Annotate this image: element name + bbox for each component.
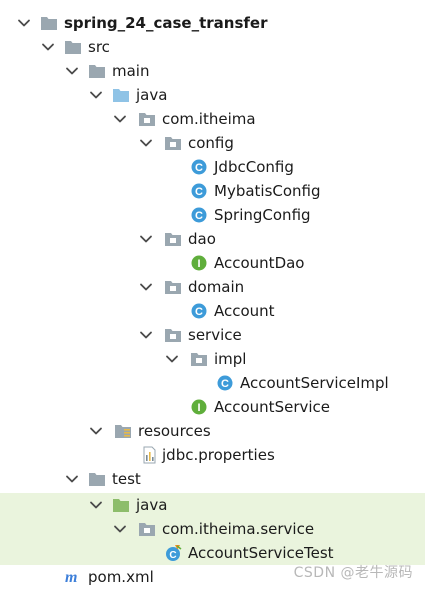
interface-icon	[190, 254, 208, 272]
chevron-down-icon[interactable]	[138, 279, 154, 295]
folder-icon	[88, 62, 106, 80]
tree-row-main[interactable]: main	[0, 59, 425, 83]
tree-row-jdbc-properties[interactable]: jdbc.properties	[0, 443, 425, 467]
test-java-label: java	[136, 496, 168, 514]
watermark: CSDN @老牛源码	[293, 565, 413, 581]
tree-row-config[interactable]: config	[0, 131, 425, 155]
class-icon	[190, 206, 208, 224]
source-folder-icon	[112, 86, 130, 104]
folder-icon	[64, 38, 82, 56]
interface-icon	[190, 398, 208, 416]
tree-row-service[interactable]: service	[0, 323, 425, 347]
chevron-down-icon[interactable]	[88, 423, 104, 439]
package-icon	[164, 326, 182, 344]
chevron-down-icon[interactable]	[64, 63, 80, 79]
tree-row-main-java[interactable]: java	[0, 83, 425, 107]
class-icon	[190, 302, 208, 320]
tree-row-project[interactable]: spring_24_case_transfer	[0, 11, 425, 35]
dao-label: dao	[188, 230, 216, 248]
test-folder-icon	[112, 496, 130, 514]
chevron-down-icon[interactable]	[138, 135, 154, 151]
tree-row-src[interactable]: src	[0, 35, 425, 59]
tree-row-jdbc-config[interactable]: JdbcConfig	[0, 155, 425, 179]
jdbc-config-label: JdbcConfig	[214, 158, 294, 176]
spring-config-label: SpringConfig	[214, 206, 311, 224]
chevron-down-icon[interactable]	[16, 15, 32, 31]
tree-row-impl[interactable]: impl	[0, 347, 425, 371]
tree-row-dao[interactable]: dao	[0, 227, 425, 251]
test-label: test	[112, 470, 141, 488]
test-package-label: com.itheima.service	[162, 520, 315, 538]
tree-row-mybatis-config[interactable]: MybatisConfig	[0, 179, 425, 203]
chevron-down-icon[interactable]	[40, 39, 56, 55]
resources-folder-icon	[114, 422, 132, 440]
mybatis-config-label: MybatisConfig	[214, 182, 321, 200]
maven-icon: m	[64, 568, 82, 586]
tree-row-resources[interactable]: resources	[0, 419, 425, 443]
main-java-label: java	[136, 86, 168, 104]
package-label: com.itheima	[162, 110, 256, 128]
jdbc-properties-label: jdbc.properties	[162, 446, 275, 464]
pom-label: pom.xml	[88, 568, 154, 586]
package-icon	[190, 350, 208, 368]
resources-label: resources	[138, 422, 211, 440]
tree-row-account[interactable]: Account	[0, 299, 425, 323]
chevron-down-icon[interactable]	[64, 471, 80, 487]
svg-text:m: m	[65, 569, 77, 586]
chevron-down-icon[interactable]	[164, 351, 180, 367]
class-icon	[190, 182, 208, 200]
properties-file-icon	[140, 446, 158, 464]
tree-row-account-service-impl[interactable]: AccountServiceImpl	[0, 371, 425, 395]
main-label: main	[112, 62, 150, 80]
service-label: service	[188, 326, 242, 344]
package-icon	[138, 520, 156, 538]
package-icon	[138, 110, 156, 128]
chevron-down-icon[interactable]	[112, 521, 128, 537]
chevron-down-icon[interactable]	[88, 87, 104, 103]
package-icon	[164, 278, 182, 296]
chevron-down-icon[interactable]	[138, 231, 154, 247]
test-class-icon	[164, 544, 182, 562]
tree-row-test[interactable]: test	[0, 467, 425, 491]
folder-icon	[88, 470, 106, 488]
folder-icon	[40, 14, 58, 32]
package-icon	[164, 134, 182, 152]
account-dao-label: AccountDao	[214, 254, 305, 272]
tree-row-test-java[interactable]: java	[0, 493, 425, 517]
account-service-impl-label: AccountServiceImpl	[240, 374, 389, 392]
tree-row-account-service[interactable]: AccountService	[0, 395, 425, 419]
project-label: spring_24_case_transfer	[64, 14, 268, 32]
project-tree: spring_24_case_transfer src main java co…	[0, 0, 425, 590]
tree-row-account-dao[interactable]: AccountDao	[0, 251, 425, 275]
chevron-down-icon[interactable]	[88, 497, 104, 513]
chevron-down-icon[interactable]	[138, 327, 154, 343]
class-icon	[216, 374, 234, 392]
impl-label: impl	[214, 350, 247, 368]
config-label: config	[188, 134, 234, 152]
package-icon	[164, 230, 182, 248]
tree-row-spring-config[interactable]: SpringConfig	[0, 203, 425, 227]
src-label: src	[88, 38, 110, 56]
account-service-label: AccountService	[214, 398, 331, 416]
tree-row-domain[interactable]: domain	[0, 275, 425, 299]
tree-row-package[interactable]: com.itheima	[0, 107, 425, 131]
account-service-test-label: AccountServiceTest	[188, 544, 334, 562]
chevron-down-icon[interactable]	[112, 111, 128, 127]
domain-label: domain	[188, 278, 245, 296]
class-icon	[190, 158, 208, 176]
tree-row-test-package[interactable]: com.itheima.service	[0, 517, 425, 541]
account-label: Account	[214, 302, 275, 320]
